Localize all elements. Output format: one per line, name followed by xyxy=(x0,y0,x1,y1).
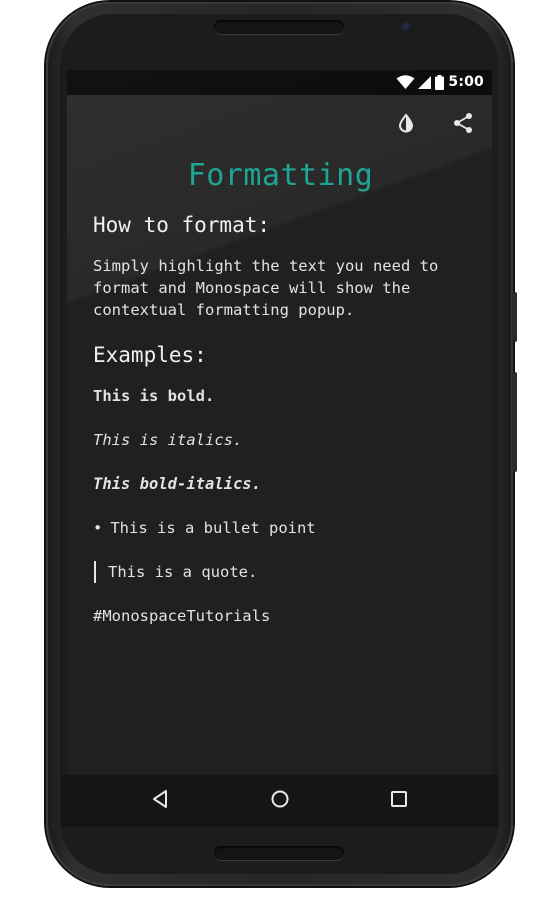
battery-icon xyxy=(435,75,444,94)
top-speaker xyxy=(214,20,344,34)
cell-signal-icon xyxy=(418,75,432,94)
theme-toggle-icon xyxy=(396,113,416,137)
bold-example: This is bold. xyxy=(93,387,215,405)
share-icon xyxy=(452,112,474,138)
volume-button xyxy=(512,292,517,342)
home-button[interactable] xyxy=(267,788,293,814)
home-icon xyxy=(270,789,290,813)
italic-example: This is italics. xyxy=(93,431,243,449)
heading-examples: Examples: xyxy=(93,343,207,367)
bottom-speaker xyxy=(214,846,344,860)
status-bar: 5:00 xyxy=(67,70,492,95)
wifi-icon xyxy=(396,75,415,94)
note-content[interactable]: Formatting How to format: Simply highlig… xyxy=(93,158,478,649)
back-icon xyxy=(151,789,169,813)
hashtag-text: #MonospaceTutorials xyxy=(93,607,271,625)
back-button[interactable] xyxy=(147,788,173,814)
share-button[interactable] xyxy=(450,112,476,138)
recents-button[interactable] xyxy=(386,788,412,814)
bullet-example: This is a bullet point xyxy=(110,519,316,537)
theme-toggle-button[interactable] xyxy=(393,112,419,138)
app-screen: 5:00 Formatting How to format: Simply hi… xyxy=(67,70,492,826)
quote-example-row: This is a quote. xyxy=(93,561,478,583)
note-title: Formatting xyxy=(187,158,374,193)
quote-bar xyxy=(94,561,96,583)
bullet-example-row: • This is a bullet point xyxy=(93,517,478,539)
recents-icon xyxy=(390,790,408,812)
heading-how-to-format: How to format: xyxy=(93,213,271,237)
quote-example: This is a quote. xyxy=(108,563,258,581)
status-icons xyxy=(396,75,444,94)
instructions-paragraph: Simply highlight the text you need to fo… xyxy=(93,257,439,319)
power-button xyxy=(512,372,517,472)
bold-italic-example: This bold-italics. xyxy=(93,475,261,493)
front-camera xyxy=(402,22,412,32)
status-time: 5:00 xyxy=(448,74,484,90)
navigation-bar xyxy=(61,775,498,827)
bullet-symbol: • xyxy=(93,519,103,537)
